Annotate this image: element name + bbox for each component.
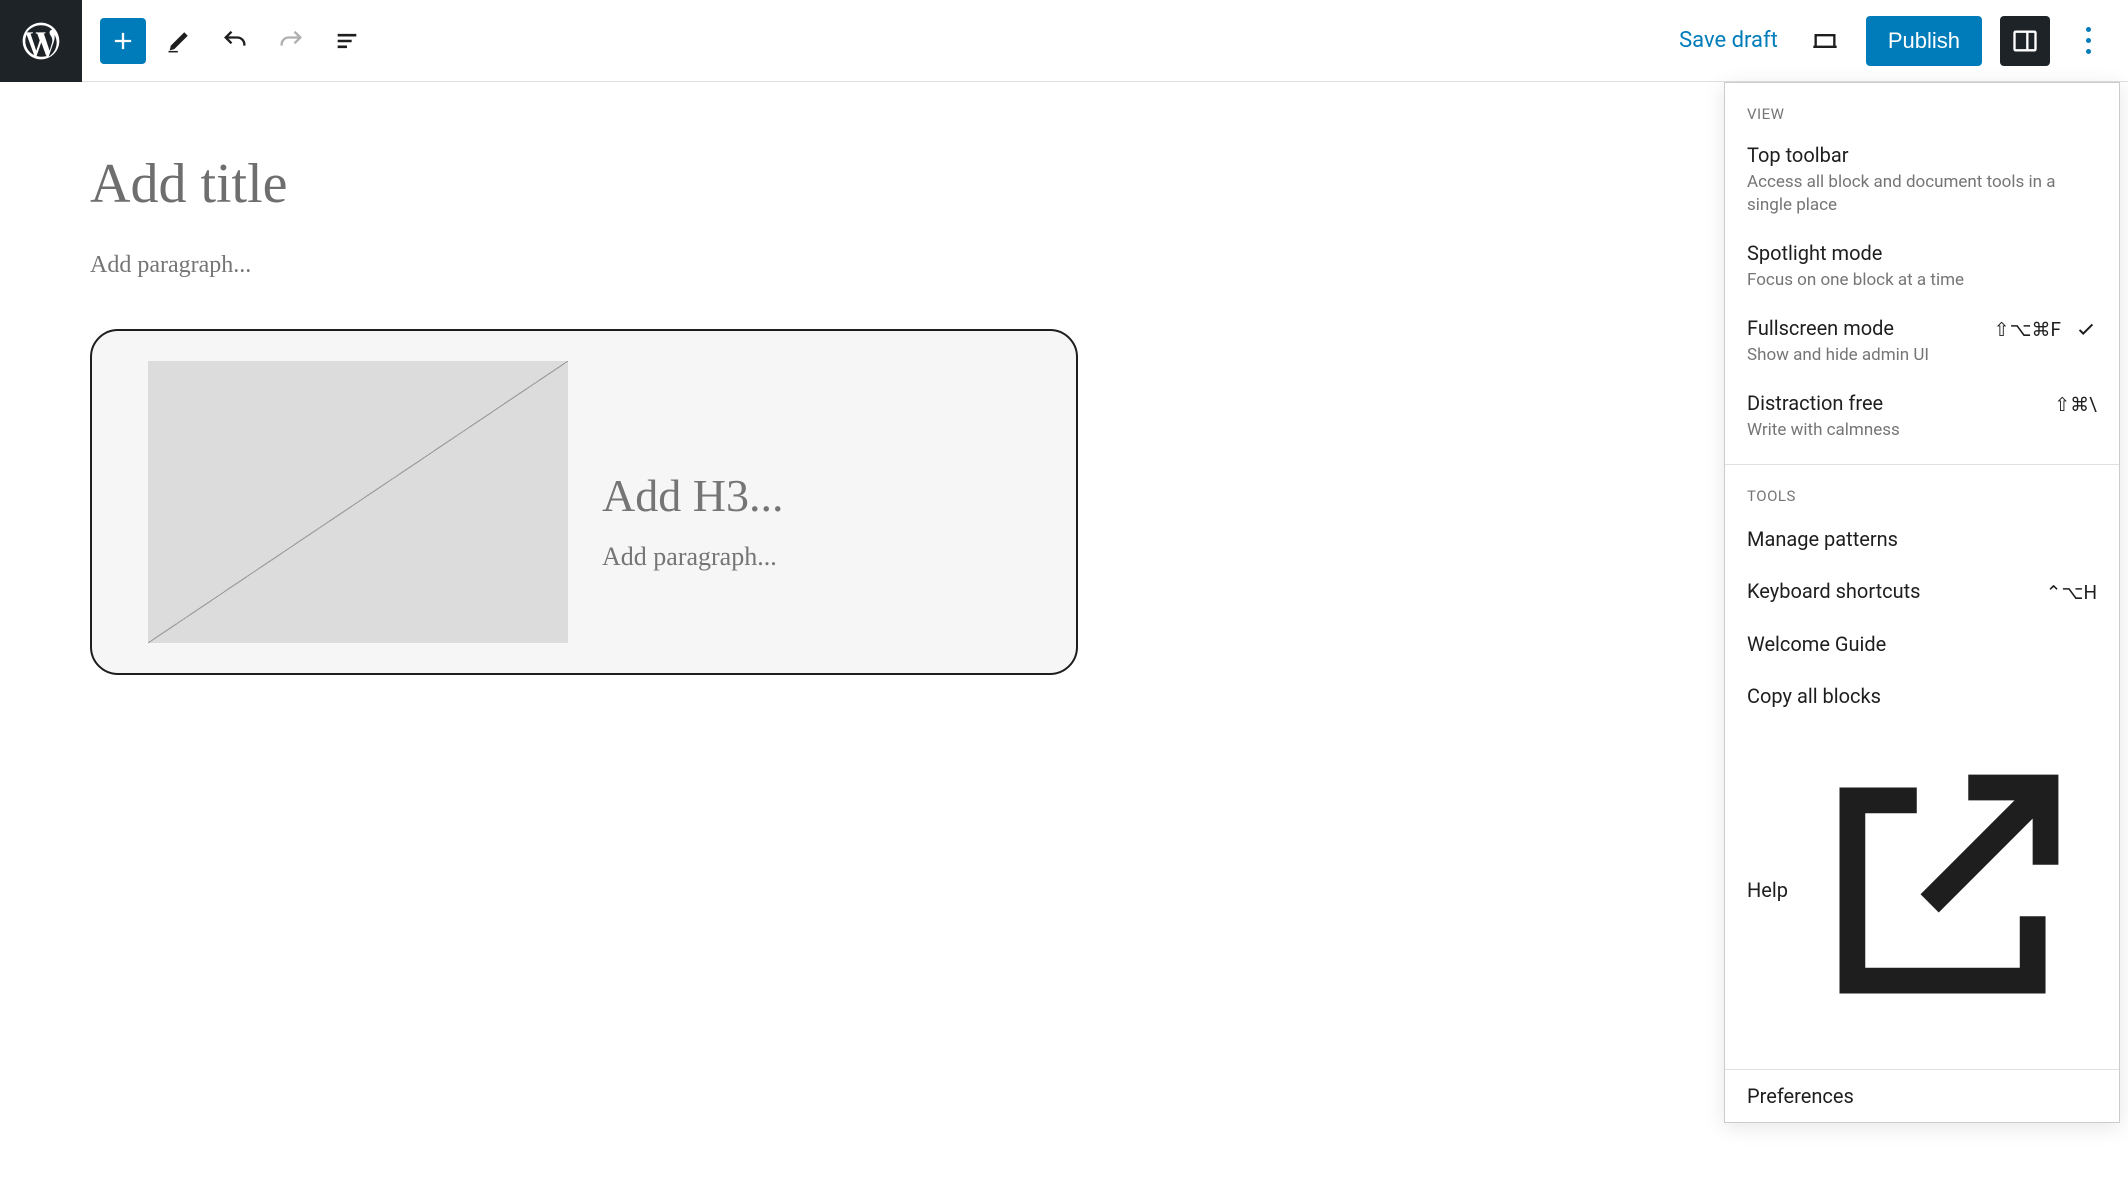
desktop-icon xyxy=(1811,27,1839,55)
external-link-icon xyxy=(1788,736,2097,1045)
block-right-column: Add H3... Add paragraph... xyxy=(602,361,783,643)
options-menu-button[interactable] xyxy=(2068,16,2108,66)
menu-item-title: Manage patterns xyxy=(1747,527,1898,551)
menu-item-fullscreen-mode[interactable]: Fullscreen mode Show and hide admin UI ⇧… xyxy=(1725,304,2119,379)
menu-item-shortcut: ⇧⌥⌘F xyxy=(1994,318,2061,341)
menu-item-title: Preferences xyxy=(1747,1084,1854,1108)
preview-button[interactable] xyxy=(1802,18,1848,64)
menu-item-top-toolbar[interactable]: Top toolbar Access all block and documen… xyxy=(1725,131,2119,229)
wordpress-logo[interactable] xyxy=(0,0,82,82)
h3-input[interactable]: Add H3... xyxy=(602,469,783,522)
menu-item-title: Spotlight mode xyxy=(1747,241,2097,265)
menu-section-tools: TOOLS xyxy=(1725,465,2119,513)
menu-item-title: Fullscreen mode xyxy=(1747,316,1982,340)
menu-item-desc: Write with calmness xyxy=(1747,419,2042,442)
edit-tool-button[interactable] xyxy=(156,18,202,64)
menu-item-help[interactable]: Help xyxy=(1725,722,2119,1059)
menu-item-title: Copy all blocks xyxy=(1747,684,1881,708)
menu-section-view: VIEW xyxy=(1725,83,2119,131)
redo-button[interactable] xyxy=(268,18,314,64)
menu-item-title: Welcome Guide xyxy=(1747,632,1886,656)
save-draft-button[interactable]: Save draft xyxy=(1673,18,1784,63)
right-tool-group: Save draft Publish xyxy=(1673,16,2128,66)
menu-item-copy-all-blocks[interactable]: Copy all blocks xyxy=(1725,670,2119,722)
sidebar-icon xyxy=(2011,27,2039,55)
dots-vertical-icon xyxy=(2086,24,2091,57)
wordpress-icon xyxy=(19,19,63,63)
menu-item-manage-patterns[interactable]: Manage patterns xyxy=(1725,513,2119,565)
menu-item-keyboard-shortcuts[interactable]: Keyboard shortcuts ⌃⌥H xyxy=(1725,565,2119,618)
selected-media-text-block[interactable]: Add H3... Add paragraph... xyxy=(90,329,1078,675)
image-placeholder[interactable] xyxy=(148,361,568,643)
menu-item-desc: Focus on one block at a time xyxy=(1747,269,2097,292)
menu-item-title: Distraction free xyxy=(1747,391,2042,415)
publish-button[interactable]: Publish xyxy=(1866,16,1982,66)
menu-item-distraction-free[interactable]: Distraction free Write with calmness ⇧⌘\ xyxy=(1725,379,2119,454)
menu-item-shortcut: ⌃⌥H xyxy=(2046,579,2097,604)
menu-item-title: Keyboard shortcuts xyxy=(1747,579,1921,603)
check-icon xyxy=(2075,318,2097,340)
redo-icon xyxy=(277,27,305,55)
add-block-button[interactable] xyxy=(100,18,146,64)
menu-item-preferences[interactable]: Preferences xyxy=(1725,1070,2119,1122)
menu-item-shortcut: ⇧⌘\ xyxy=(2054,393,2097,416)
editor-topbar: Save draft Publish xyxy=(0,0,2128,82)
menu-item-desc: Access all block and document tools in a… xyxy=(1747,171,2097,217)
menu-item-spotlight-mode[interactable]: Spotlight mode Focus on one block at a t… xyxy=(1725,229,2119,304)
undo-button[interactable] xyxy=(212,18,258,64)
pencil-icon xyxy=(165,27,193,55)
inner-paragraph-input[interactable]: Add paragraph... xyxy=(602,542,783,572)
menu-item-title: Help xyxy=(1747,878,1788,902)
menu-item-welcome-guide[interactable]: Welcome Guide xyxy=(1725,618,2119,670)
options-dropdown: VIEW Top toolbar Access all block and do… xyxy=(1724,82,2120,1123)
list-icon xyxy=(333,27,361,55)
menu-item-desc: Show and hide admin UI xyxy=(1747,344,1982,367)
menu-item-title: Top toolbar xyxy=(1747,143,2097,167)
document-overview-button[interactable] xyxy=(324,18,370,64)
plus-icon xyxy=(109,27,137,55)
left-tool-group xyxy=(82,18,388,64)
undo-icon xyxy=(221,27,249,55)
settings-sidebar-toggle[interactable] xyxy=(2000,16,2050,66)
